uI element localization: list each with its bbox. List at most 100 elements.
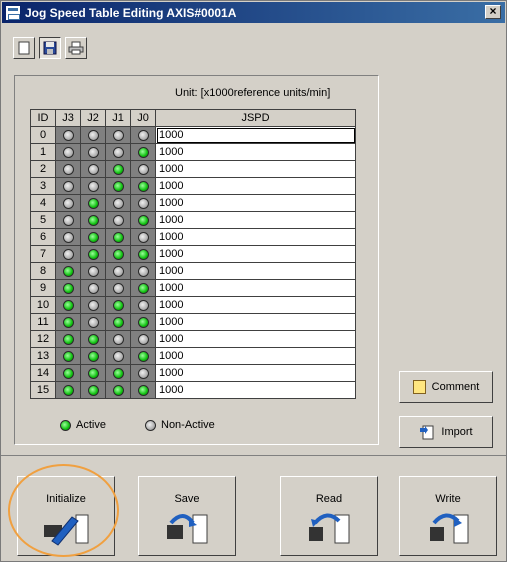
jspd-value-cell[interactable]: 1000 <box>155 211 356 229</box>
row-id-cell: 9 <box>30 279 56 297</box>
input-j0-cell <box>130 347 156 365</box>
inactive-led-icon <box>62 180 74 192</box>
comment-button[interactable]: Comment <box>399 371 493 403</box>
comment-note-icon <box>412 380 426 394</box>
read-button[interactable]: Read <box>280 476 378 556</box>
table-row[interactable]: 9 1000 <box>30 279 356 297</box>
jspd-value-cell[interactable]: 1000 <box>155 279 356 297</box>
table-row[interactable]: 6 1000 <box>30 228 356 246</box>
table-row[interactable]: 4 1000 <box>30 194 356 212</box>
jspd-value-cell[interactable]: 1000 <box>155 126 356 144</box>
input-j3-cell <box>55 143 81 161</box>
jspd-value-cell[interactable]: 1000 <box>155 347 356 365</box>
write-button[interactable]: Write <box>399 476 497 556</box>
input-j2-cell <box>80 143 106 161</box>
input-j3-cell <box>55 126 81 144</box>
input-j2-cell <box>80 381 106 399</box>
input-j3-cell <box>55 211 81 229</box>
input-j3-cell <box>55 228 81 246</box>
inactive-led-icon <box>112 282 124 294</box>
inactive-led-icon <box>137 197 149 209</box>
window-title: Jog Speed Table Editing AXIS#0001A <box>25 5 237 20</box>
table-row[interactable]: 13 1000 <box>30 347 356 365</box>
jspd-value-cell[interactable]: 1000 <box>155 313 356 331</box>
jspd-value-cell[interactable]: 1000 <box>155 330 356 348</box>
input-j1-cell <box>105 245 131 263</box>
input-j2-cell <box>80 194 106 212</box>
import-document-icon <box>420 425 434 440</box>
input-j2-cell <box>80 330 106 348</box>
legend-inactive-label: Non-Active <box>161 419 215 431</box>
inactive-led-icon <box>112 265 124 277</box>
save-button[interactable]: Save <box>138 476 236 556</box>
table-row[interactable]: 3 1000 <box>30 177 356 195</box>
new-button[interactable] <box>13 37 35 59</box>
row-id-cell: 4 <box>30 194 56 212</box>
inactive-led-icon <box>87 180 99 192</box>
input-j1-cell <box>105 330 131 348</box>
inactive-led-icon <box>137 367 149 379</box>
row-id-cell: 14 <box>30 364 56 382</box>
active-led-icon <box>87 367 99 379</box>
import-button[interactable]: Import <box>399 416 493 448</box>
active-led-icon <box>62 282 74 294</box>
active-led-icon <box>87 214 99 226</box>
print-button[interactable] <box>65 37 87 59</box>
inactive-led-icon <box>112 146 124 158</box>
active-led-icon <box>112 231 124 243</box>
jspd-value-cell[interactable]: 1000 <box>155 381 356 399</box>
jspd-value-cell[interactable]: 1000 <box>155 262 356 280</box>
legend-active-label: Active <box>76 419 106 431</box>
inactive-led-icon <box>137 299 149 311</box>
table-row[interactable]: 5 1000 <box>30 211 356 229</box>
row-id-cell: 10 <box>30 296 56 314</box>
column-header-id: ID <box>30 109 56 127</box>
jspd-value-cell[interactable]: 1000 <box>155 296 356 314</box>
table-row[interactable]: 12 1000 <box>30 330 356 348</box>
input-j1-cell <box>105 228 131 246</box>
input-j2-cell <box>80 313 106 331</box>
table-row[interactable]: 0 1000 <box>30 126 356 144</box>
jspd-value-cell[interactable]: 1000 <box>155 177 356 195</box>
save-file-button[interactable] <box>39 37 61 59</box>
save-label: Save <box>174 493 200 505</box>
table-row[interactable]: 10 1000 <box>30 296 356 314</box>
table-row[interactable]: 2 1000 <box>30 160 356 178</box>
table-row[interactable]: 15 1000 <box>30 381 356 399</box>
initialize-button[interactable]: Initialize <box>17 476 115 556</box>
jspd-value-cell[interactable]: 1000 <box>155 228 356 246</box>
jspd-value-cell[interactable]: 1000 <box>155 194 356 212</box>
inactive-led-icon <box>137 265 149 277</box>
inactive-led-icon <box>137 231 149 243</box>
column-header-j0: J0 <box>130 109 156 127</box>
active-led-icon <box>87 384 99 396</box>
input-j2-cell <box>80 262 106 280</box>
table-row[interactable]: 1 1000 <box>30 143 356 161</box>
input-j3-cell <box>55 313 81 331</box>
jspd-value-cell[interactable]: 1000 <box>155 160 356 178</box>
table-row[interactable]: 8 1000 <box>30 262 356 280</box>
table-row[interactable]: 7 1000 <box>30 245 356 263</box>
save-to-device-icon <box>167 514 208 544</box>
jspd-value-cell[interactable]: 1000 <box>155 364 356 382</box>
jog-speed-table-window: Jog Speed Table Editing AXIS#0001A × Uni… <box>0 0 507 562</box>
title-bar[interactable]: Jog Speed Table Editing AXIS#0001A × <box>2 2 505 23</box>
input-j3-cell <box>55 364 81 382</box>
jspd-value-cell[interactable]: 1000 <box>155 245 356 263</box>
initialize-eraser-icon <box>44 514 89 546</box>
active-led-icon <box>62 350 74 362</box>
jspd-value-cell[interactable]: 1000 <box>155 143 356 161</box>
input-j3-cell <box>55 381 81 399</box>
table-row[interactable]: 11 1000 <box>30 313 356 331</box>
blank-page-icon <box>18 41 30 55</box>
input-j0-cell <box>130 279 156 297</box>
active-led-icon <box>112 299 124 311</box>
row-id-cell: 0 <box>30 126 56 144</box>
inactive-led-icon <box>62 163 74 175</box>
input-j3-cell <box>55 262 81 280</box>
printer-icon <box>68 41 84 55</box>
inactive-led-icon <box>87 146 99 158</box>
input-j2-cell <box>80 126 106 144</box>
table-row[interactable]: 14 1000 <box>30 364 356 382</box>
close-button[interactable]: × <box>485 5 501 19</box>
